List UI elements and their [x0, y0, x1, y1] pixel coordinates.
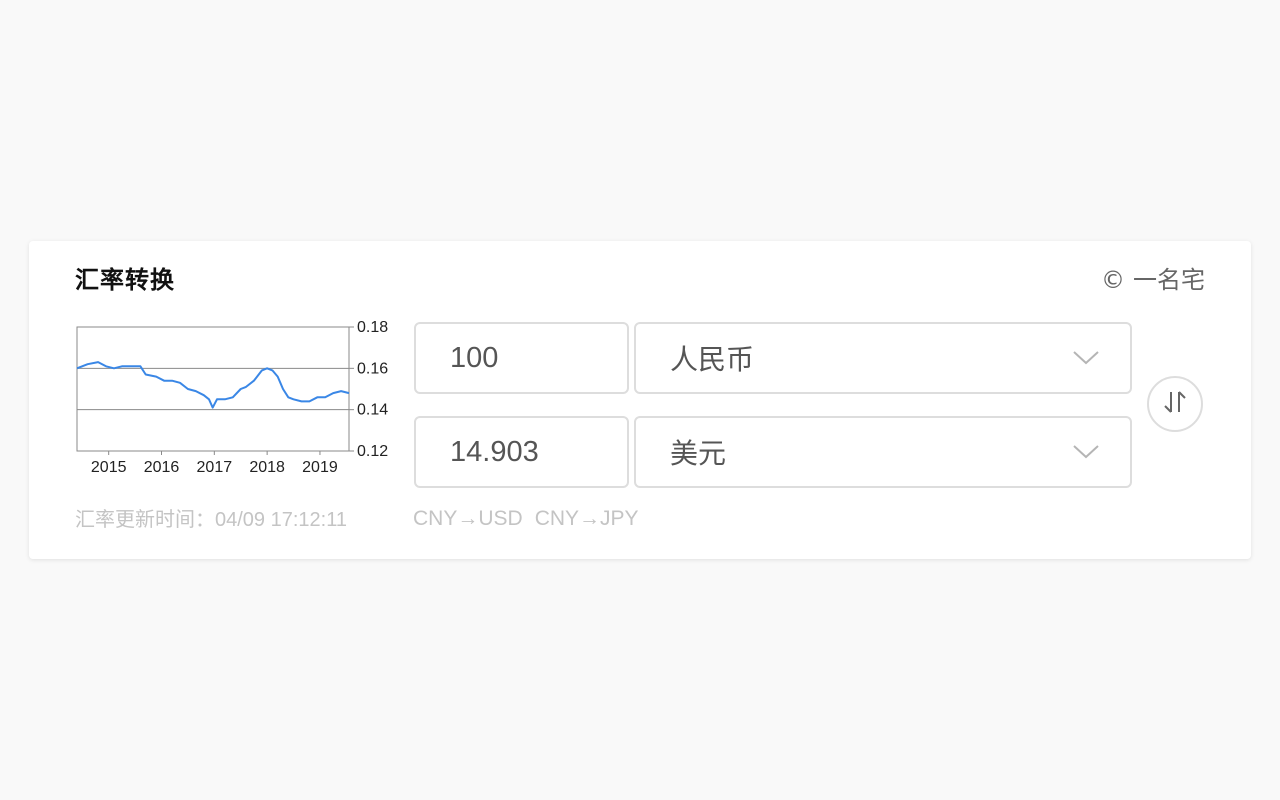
card-title: 汇率转换 [75, 266, 175, 294]
exchange-rate-card: 汇率转换 © 一名宅 0.18 0.16 0.14 0.12 2015 2016 2017 2… [29, 241, 1251, 559]
rate-trend-chart: 0.18 0.16 0.14 0.12 2015 2016 2017 2018 2019 [75, 321, 395, 491]
y-tick-label: 0.18 [357, 321, 388, 336]
swap-currency-button[interactable] [1147, 376, 1203, 432]
from-currency-select[interactable]: 人民币 [634, 322, 1132, 394]
brand-name: 一名宅 [1133, 266, 1205, 294]
quick-link-cny-usd[interactable]: CNY→USD [413, 505, 523, 533]
x-tick-label: 2018 [249, 459, 285, 476]
chart-frame [76, 326, 350, 452]
update-time-value: 04/09 17:12:11 [215, 509, 347, 531]
x-tick-label: 2016 [144, 459, 180, 476]
from-amount-input[interactable]: 100 [414, 322, 629, 394]
update-time-text: 汇率更新时间：04/09 17:12:11 [75, 505, 347, 534]
brand-attribution[interactable]: © 一名宅 [1101, 265, 1205, 295]
x-tick-label: 2019 [302, 459, 338, 476]
quick-links: CNY→USD CNY→JPY [413, 505, 639, 533]
quick-link-cny-jpy[interactable]: CNY→JPY [535, 505, 639, 533]
swap-vertical-icon [1160, 387, 1190, 421]
rate-trend-chart-svg: 0.18 0.16 0.14 0.12 2015 2016 2017 2018 2019 [76, 321, 388, 476]
update-time-label: 汇率更新时间： [75, 507, 215, 531]
chevron-down-icon [1064, 336, 1108, 380]
x-tick-label: 2015 [91, 459, 127, 476]
y-tick-label: 0.16 [357, 360, 388, 377]
rate-series-line [76, 361, 350, 409]
y-tick-label: 0.12 [357, 443, 388, 460]
to-currency-select[interactable]: 美元 [634, 416, 1132, 488]
to-currency-value: 美元 [670, 437, 727, 470]
copyright-icon: © [1101, 266, 1125, 294]
chevron-down-icon [1064, 430, 1108, 474]
from-currency-value: 人民币 [670, 343, 755, 376]
x-tick-label: 2017 [197, 459, 233, 476]
to-amount-value: 14.903 [450, 435, 539, 468]
from-amount-value: 100 [450, 341, 499, 374]
to-amount-input[interactable]: 14.903 [414, 416, 629, 488]
y-tick-label: 0.14 [357, 402, 388, 419]
